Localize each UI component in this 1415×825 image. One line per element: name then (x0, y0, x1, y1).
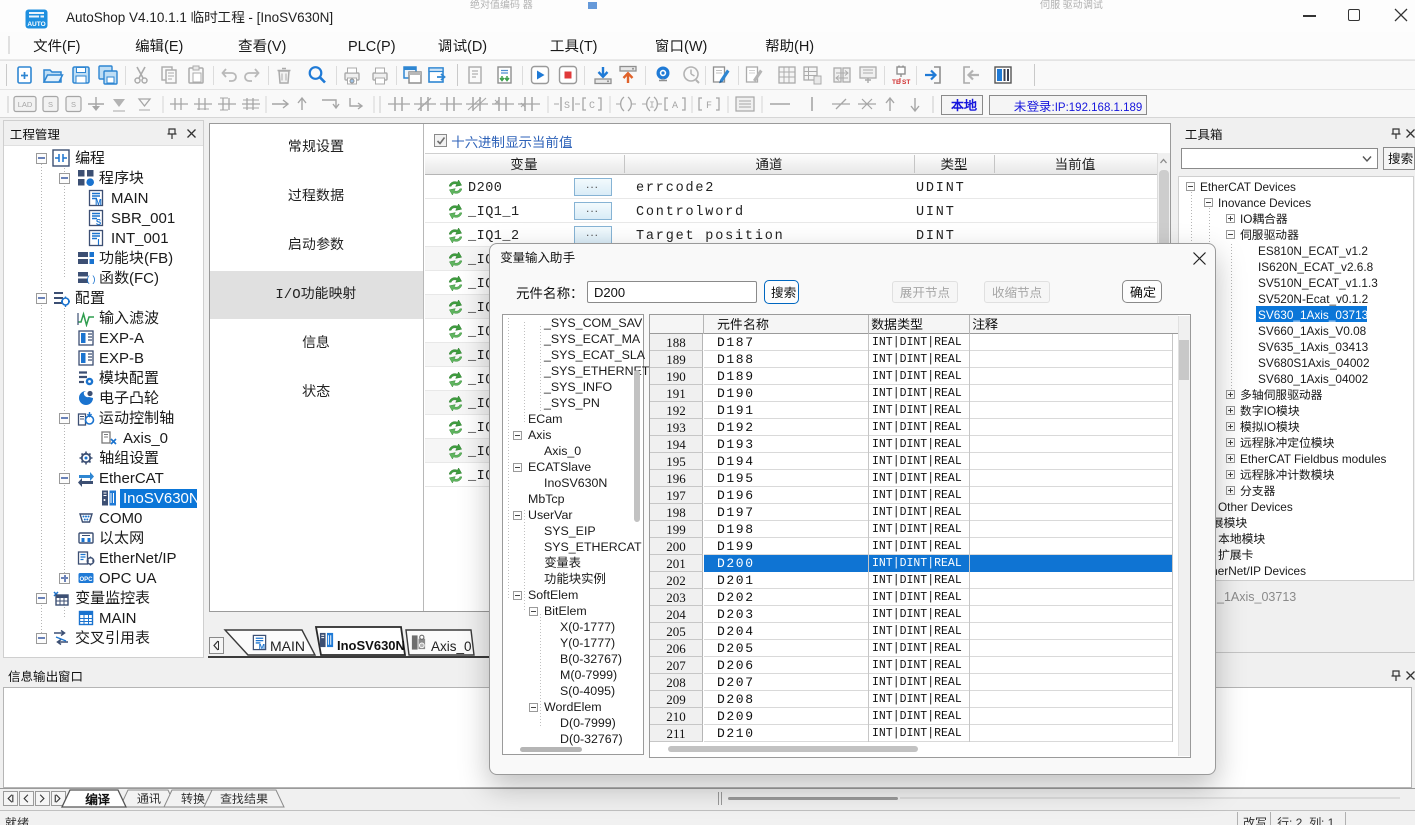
svg-text:S: S (71, 100, 76, 109)
svg-text:F: F (706, 101, 712, 112)
svg-text:M: M (95, 198, 102, 207)
svg-text:C: C (589, 101, 595, 112)
svg-text:S: S (96, 218, 102, 227)
svg-text:LAD: LAD (18, 100, 33, 109)
svg-text:I: I (649, 100, 655, 111)
svg-text:S: S (564, 101, 570, 112)
svg-text:S: S (48, 100, 53, 109)
svg-text:(): () (86, 275, 95, 285)
svg-text:I: I (97, 238, 99, 247)
svg-text:A: A (672, 101, 678, 112)
svg-text:ST: ST (902, 79, 910, 86)
svg-text:OPC: OPC (79, 577, 93, 583)
svg-text:M: M (259, 642, 265, 651)
svg-text:AUTO: AUTO (27, 21, 45, 28)
